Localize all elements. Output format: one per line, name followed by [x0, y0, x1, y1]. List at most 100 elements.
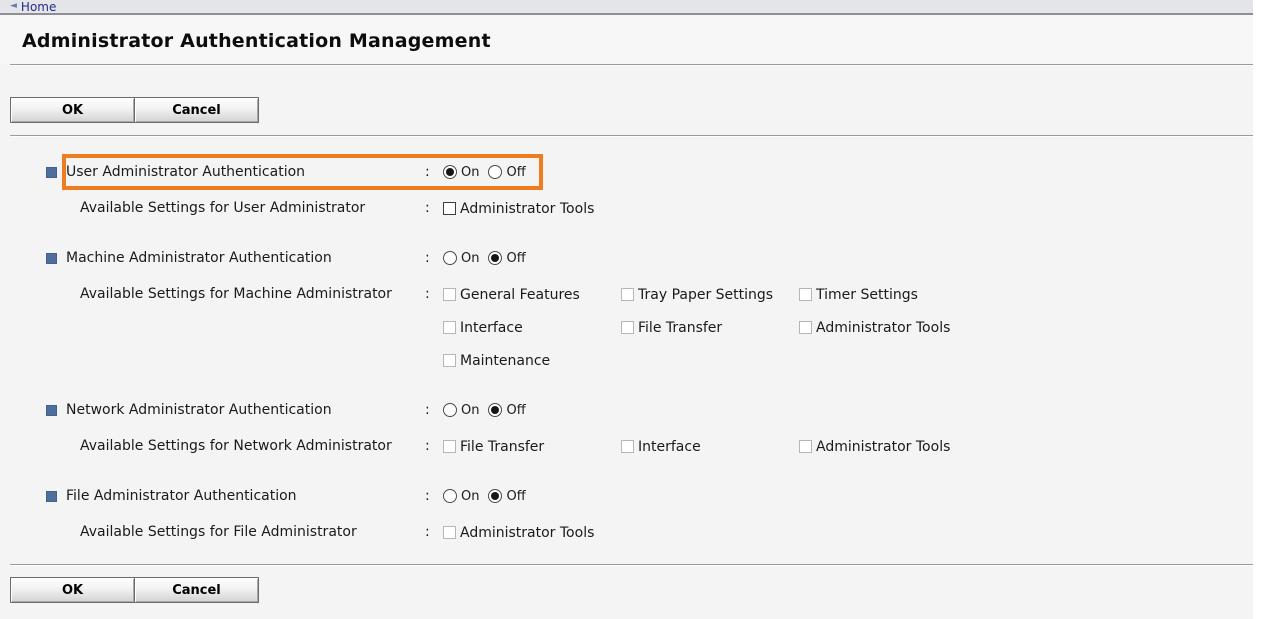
radio-off[interactable] — [488, 251, 502, 265]
option-administrator-tools: Administrator Tools — [443, 201, 621, 217]
section-bullet-icon — [46, 405, 57, 416]
radio-off-label: Off — [506, 165, 525, 180]
colon: : — [425, 430, 443, 463]
home-link[interactable]: ◄ Home — [10, 0, 56, 14]
radio-off[interactable] — [488, 489, 502, 503]
radio-on[interactable] — [443, 489, 457, 503]
auth-row: Machine Administrator Authentication : O… — [0, 240, 1253, 276]
section-bullet-icon — [46, 491, 57, 502]
ok-button-top[interactable]: OK — [10, 97, 135, 123]
radio-off-label: Off — [506, 489, 525, 504]
checkbox-label: Administrator Tools — [460, 525, 594, 541]
auth-setting-row: Machine Administrator Authentication : O… — [62, 240, 543, 276]
home-link-label: Home — [21, 0, 56, 14]
options-row: Maintenance — [443, 344, 977, 377]
section-file-administrator-authentication: File Administrator Authentication : On O… — [0, 478, 1253, 549]
section-bullet-icon — [46, 167, 57, 178]
available-settings-label: Available Settings for Network Administr… — [80, 430, 425, 463]
colon: : — [425, 516, 443, 549]
colon: : — [425, 278, 443, 311]
option-tray-paper-settings: Tray Paper Settings — [621, 287, 799, 303]
breadcrumb-bar: ◄ Home — [0, 0, 1253, 15]
back-arrow-icon: ◄ — [10, 2, 17, 11]
available-settings-row: Available Settings for User Administrato… — [0, 192, 1253, 225]
radio-off-label: Off — [506, 251, 525, 266]
divider-under-title — [10, 64, 1253, 66]
colon: : — [425, 192, 443, 225]
page-title: Administrator Authentication Management — [22, 30, 1253, 52]
radio-on[interactable] — [443, 403, 457, 417]
auth-setting-row: User Administrator Authentication : On O… — [62, 154, 543, 190]
checkbox-timer-settings — [799, 288, 812, 301]
auth-label: Machine Administrator Authentication — [66, 250, 425, 266]
on-off-radio-group: On Off — [443, 403, 526, 418]
section-network-administrator-authentication: Network Administrator Authentication : O… — [0, 392, 1253, 463]
auth-label: File Administrator Authentication — [66, 488, 425, 504]
option-timer-settings: Timer Settings — [799, 287, 977, 303]
radio-off[interactable] — [488, 403, 502, 417]
checkbox-file-transfer — [443, 440, 456, 453]
checkbox-interface — [443, 321, 456, 334]
auth-row: Network Administrator Authentication : O… — [0, 392, 1253, 428]
options-row: Administrator Tools — [443, 516, 621, 549]
ok-button-bottom[interactable]: OK — [10, 577, 135, 603]
auth-label: User Administrator Authentication — [66, 164, 425, 180]
on-off-radio-group: On Off — [443, 251, 526, 266]
settings-options: General FeaturesTray Paper Settings Timer… — [443, 278, 977, 377]
options-row: File Transfer Interface Administrator Tool… — [443, 430, 977, 463]
checkbox-administrator-tools — [799, 321, 812, 334]
radio-off[interactable] — [488, 165, 502, 179]
radio-item-off: Off — [488, 165, 525, 180]
checkbox-file-transfer — [621, 321, 634, 334]
option-maintenance: Maintenance — [443, 353, 621, 369]
option-administrator-tools: Administrator Tools — [799, 439, 977, 455]
radio-item-off: Off — [488, 489, 525, 504]
title-band: Administrator Authentication Management — [0, 15, 1253, 64]
colon: : — [425, 402, 443, 418]
checkbox-label: Interface — [638, 439, 701, 455]
option-administrator-tools: Administrator Tools — [799, 320, 977, 336]
cancel-button-top[interactable]: Cancel — [134, 97, 259, 123]
checkbox-label: Timer Settings — [816, 287, 918, 303]
options-row: Administrator Tools — [443, 192, 621, 225]
bottom-button-bar: OK Cancel — [10, 577, 1253, 603]
option-interface: Interface — [621, 439, 799, 455]
radio-on-label: On — [461, 165, 479, 180]
checkbox-label: File Transfer — [638, 320, 722, 336]
option-file-transfer: File Transfer — [621, 320, 799, 336]
radio-item-off: Off — [488, 403, 525, 418]
on-off-radio-group: On Off — [443, 489, 526, 504]
option-general-features: General Features — [443, 287, 621, 303]
checkbox-label: File Transfer — [460, 439, 544, 455]
divider-under-buttons — [10, 135, 1253, 137]
checkbox-label: Administrator Tools — [460, 201, 594, 217]
radio-item-on: On — [443, 403, 479, 418]
radio-on-label: On — [461, 489, 479, 504]
checkbox-label: Maintenance — [460, 353, 550, 369]
section-machine-administrator-authentication: Machine Administrator Authentication : O… — [0, 240, 1253, 377]
option-administrator-tools: Administrator Tools — [443, 525, 621, 541]
sections-container: User Administrator Authentication : On O… — [0, 154, 1253, 549]
radio-on[interactable] — [443, 165, 457, 179]
radio-on-label: On — [461, 403, 479, 418]
checkbox-label: Interface — [460, 320, 523, 336]
auth-label: Network Administrator Authentication — [66, 402, 425, 418]
available-settings-label: Available Settings for Machine Administr… — [80, 278, 425, 311]
checkbox-administrator-tools[interactable] — [443, 202, 456, 215]
radio-on[interactable] — [443, 251, 457, 265]
checkbox-administrator-tools — [443, 526, 456, 539]
checkbox-interface — [621, 440, 634, 453]
radio-on-label: On — [461, 251, 479, 266]
available-settings-label: Available Settings for User Administrato… — [80, 192, 425, 225]
section-user-administrator-authentication: User Administrator Authentication : On O… — [0, 154, 1253, 225]
colon: : — [425, 164, 443, 180]
auth-row: File Administrator Authentication : On O… — [0, 478, 1253, 514]
available-settings-label: Available Settings for File Administrato… — [80, 516, 425, 549]
radio-item-on: On — [443, 165, 479, 180]
section-bullet-icon — [46, 253, 57, 264]
auth-setting-row: File Administrator Authentication : On O… — [62, 478, 543, 514]
on-off-radio-group: On Off — [443, 165, 526, 180]
options-row: Interface File Transfer Administrator Tool… — [443, 311, 977, 344]
cancel-button-bottom[interactable]: Cancel — [134, 577, 259, 603]
radio-item-off: Off — [488, 251, 525, 266]
